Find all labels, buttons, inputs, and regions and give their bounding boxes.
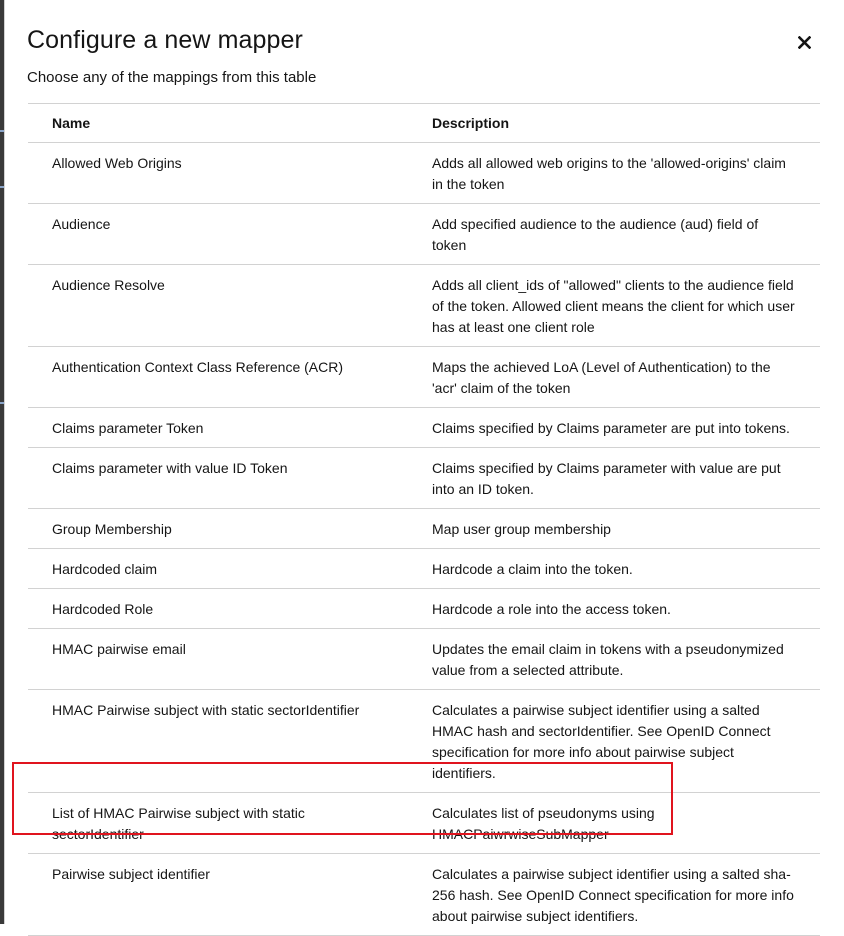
table-row[interactable]: Authentication Context Class Reference (… [28,347,820,408]
modal-subtitle: Choose any of the mappings from this tab… [27,69,317,86]
mapper-description: Calculates list of pseudonyms using HMAC… [432,805,655,842]
table-row[interactable]: Audience Add specified audience to the au… [28,204,820,265]
mapper-name[interactable]: Hardcoded claim [28,549,408,589]
mapper-name[interactable]: Claims parameter with value ID Token [28,448,408,509]
mapper-description: Adds all client_ids of "allowed" clients… [432,277,795,335]
mapper-description: Updates the email claim in tokens with a… [432,641,784,678]
table-header: Name Description [28,103,820,143]
table-row[interactable]: Allowed Web Origins Adds all allowed web … [28,143,820,204]
mapper-description: Claims specified by Claims parameter wit… [432,460,781,497]
mapper-description: Calculates a pairwise subject identifier… [432,866,794,924]
column-header-name: Name [52,115,91,131]
mapper-description: Calculates a pairwise subject identifier… [432,702,771,781]
mapper-name[interactable]: Audience Resolve [28,265,408,347]
configure-mapper-modal: Configure a new mapper Choose any of the… [4,0,844,936]
table-row[interactable]: Hardcoded claim Hardcode a claim into the… [28,549,820,589]
mapper-name[interactable]: Hardcoded Role [28,589,408,629]
table-row[interactable]: Pairwise subject identifier Calculates a … [28,854,820,936]
mapper-description: Claims specified by Claims parameter are… [432,420,790,436]
table-row[interactable]: HMAC pairwise email Updates the email cla… [28,629,820,690]
mapper-name[interactable]: Group Membership [28,509,408,549]
table-header-row: Name Description [28,103,820,143]
table-row[interactable]: Audience Resolve Adds all client_ids of "… [28,265,820,347]
table-row[interactable]: Group Membership Map user group membershi… [28,509,820,549]
mapper-name[interactable]: Audience [28,204,408,265]
close-button[interactable] [792,30,816,54]
mapper-name[interactable]: HMAC pairwise email [28,629,408,690]
table-row[interactable]: Claims parameter with value ID Token Clai… [28,448,820,509]
table-row[interactable]: HMAC Pairwise subject with static sector… [28,690,820,793]
mapper-name[interactable]: Pairwise subject identifier [28,854,408,936]
mapper-description: Adds all allowed web origins to the 'all… [432,155,786,192]
mappings-table: Name Description Allowed Web Origins Adds… [28,103,820,936]
mappings-table-container: Name Description Allowed Web Origins Adds… [28,103,820,936]
close-icon [797,35,811,49]
table-body: Allowed Web Origins Adds all allowed web … [28,143,820,936]
mapper-description: Maps the achieved LoA (Level of Authenti… [432,359,771,396]
table-row[interactable]: List of HMAC Pairwise subject with stati… [28,793,820,854]
column-header-description: Description [432,115,510,131]
mapper-description: Hardcode a claim into the token. [432,561,633,577]
mapper-description: Hardcode a role into the access token. [432,601,671,617]
table-row[interactable]: Hardcoded Role Hardcode a role into the a… [28,589,820,629]
mapper-name[interactable]: Allowed Web Origins [28,143,408,204]
mapper-name[interactable]: Authentication Context Class Reference (… [28,347,408,408]
mapper-description: Add specified audience to the audience (… [432,216,759,253]
mapper-name[interactable]: List of HMAC Pairwise subject with stati… [28,793,408,854]
modal-header: Configure a new mapper Choose any of the… [27,24,824,88]
mapper-description: Map user group membership [432,521,611,537]
mapper-name[interactable]: HMAC Pairwise subject with static sector… [28,690,408,793]
mapper-name[interactable]: Claims parameter Token [28,408,408,448]
table-row[interactable]: Claims parameter Token Claims specified b… [28,408,820,448]
modal-title: Configure a new mapper [27,26,303,54]
